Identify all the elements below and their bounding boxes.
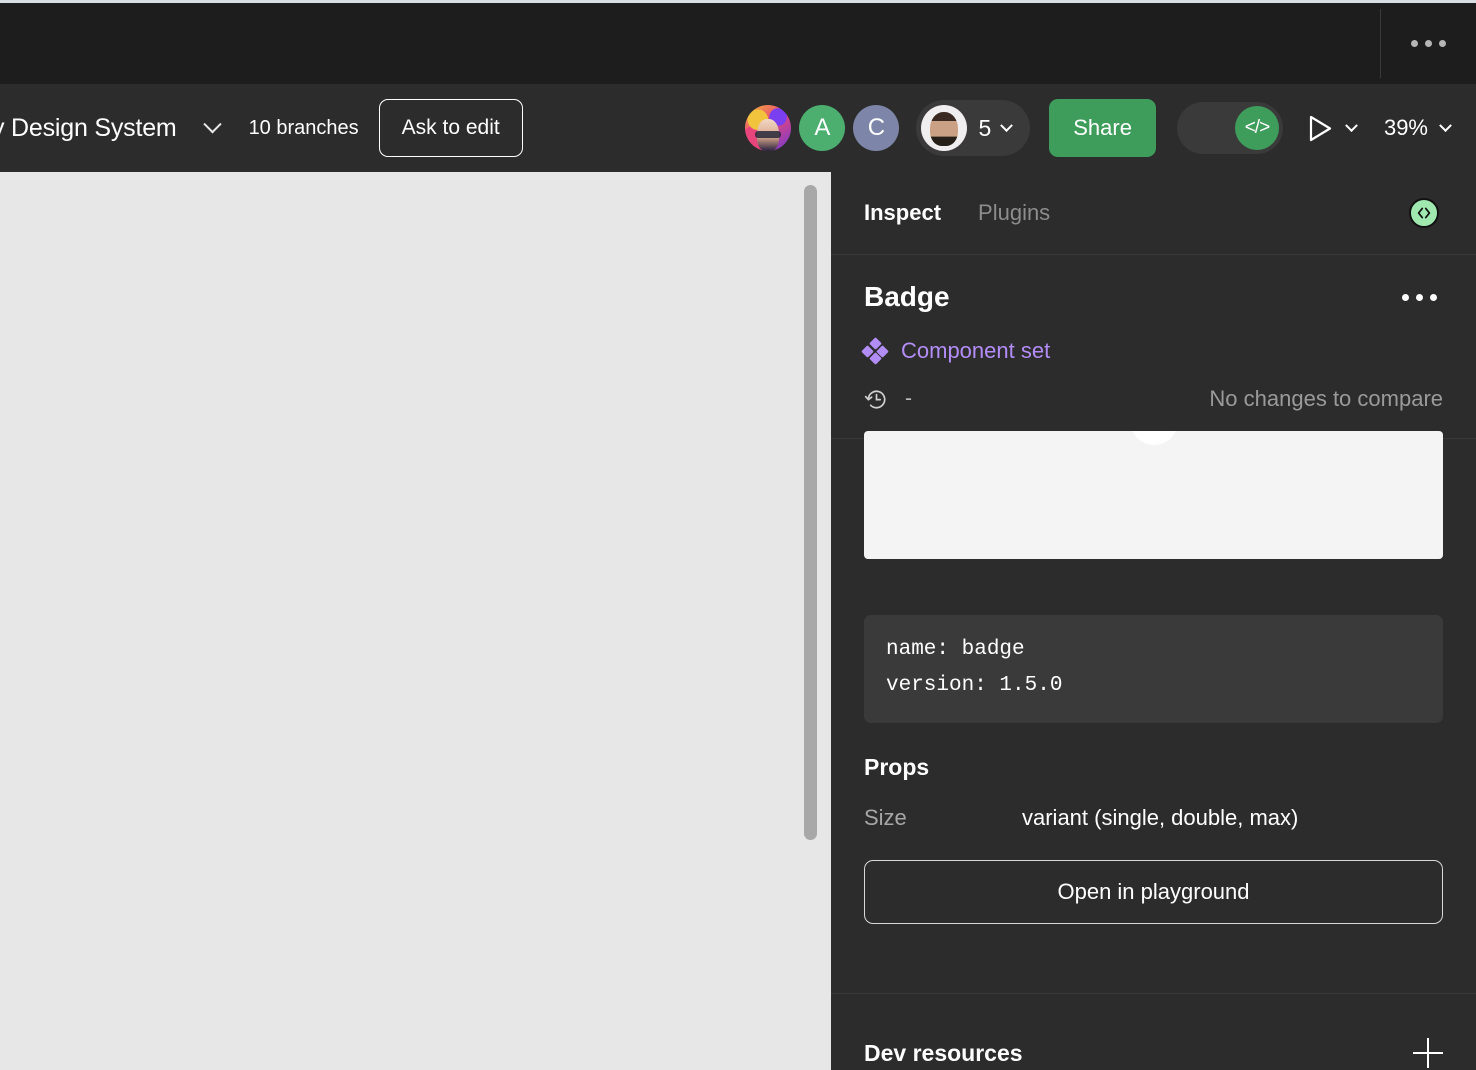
code-icon: </>	[1234, 106, 1279, 150]
component-set-icon	[861, 337, 889, 365]
history-value: -	[905, 387, 912, 410]
dev-resources-title: Dev resources	[864, 1039, 1023, 1066]
open-in-playground-button[interactable]: Open in playground	[864, 860, 1443, 925]
add-dev-resource-plus-icon[interactable]	[1413, 1038, 1443, 1069]
codegen-plugin-icon[interactable]	[1409, 198, 1439, 228]
tab-plugins[interactable]: Plugins	[978, 200, 1050, 226]
present-control[interactable]	[1307, 115, 1358, 142]
selection-history-row: - No changes to compare	[864, 386, 1443, 412]
panel-section-divider	[831, 959, 1476, 995]
selection-title: Badge	[864, 281, 950, 312]
selection-more-menu-button[interactable]	[1396, 288, 1443, 307]
prop-value: variant (single, double, max)	[1022, 805, 1299, 831]
ask-to-edit-button[interactable]: Ask to edit	[378, 99, 523, 157]
component-preview-card[interactable]	[864, 431, 1443, 559]
props-title: Props	[864, 754, 930, 781]
component-preview-area	[831, 431, 1476, 599]
chevron-down-icon	[1000, 118, 1014, 132]
panel-tab-bar: Inspect Plugins	[831, 172, 1476, 255]
selection-title-row: Badge	[864, 281, 1443, 313]
figma-window: y Design System 10 branches Ask to edit …	[0, 0, 1476, 1070]
code-snippet[interactable]: name: badge version: 1.5.0	[864, 615, 1443, 724]
selection-header: Badge Component set - No changes to comp…	[831, 255, 1476, 439]
selection-type-row[interactable]: Component set	[861, 337, 1443, 365]
zoom-control[interactable]: 39%	[1383, 115, 1452, 141]
avatar[interactable]: C	[853, 105, 900, 151]
inspect-panel: Inspect Plugins Badge Component set - No…	[831, 172, 1476, 1070]
tabs-overflow-menu-button[interactable]	[1381, 3, 1476, 84]
chevron-down-glyph	[203, 114, 222, 133]
selection-type-label: Component set	[901, 338, 1051, 363]
prop-key: Size	[864, 805, 907, 831]
avatar[interactable]: A	[799, 105, 846, 151]
share-button[interactable]: Share	[1049, 99, 1156, 157]
ellipsis-icon	[1411, 40, 1446, 47]
chevron-down-icon	[1439, 118, 1452, 132]
branches-label[interactable]: 10 branches	[249, 117, 359, 140]
badge-preview-thumbnail	[1129, 431, 1178, 445]
browser-tab-strip	[0, 0, 1476, 84]
prop-row: Size variant (single, double, max)	[864, 805, 1443, 831]
avatar[interactable]	[745, 105, 792, 151]
active-users-count: 5	[978, 114, 992, 141]
figma-toolbar: y Design System 10 branches Ask to edit …	[0, 84, 1476, 172]
dev-resources-section: Dev resources	[831, 994, 1476, 1069]
compare-status: No changes to compare	[1209, 386, 1443, 411]
avatar	[921, 105, 968, 151]
props-section: Props Size variant (single, double, max)	[831, 723, 1476, 831]
play-icon	[1307, 115, 1333, 142]
chevron-down-icon	[1345, 118, 1358, 132]
canvas-vertical-scrollbar[interactable]	[804, 185, 817, 840]
dev-mode-toggle[interactable]: </>	[1176, 102, 1283, 154]
file-menu-chevron-down-icon[interactable]	[199, 114, 227, 142]
file-name[interactable]: y Design System	[0, 114, 177, 143]
tab-strip-empty-area	[0, 3, 1380, 84]
zoom-level: 39%	[1383, 115, 1428, 140]
ellipsis-icon	[1402, 293, 1437, 301]
tab-inspect[interactable]: Inspect	[864, 200, 941, 226]
collaborator-avatars: A C	[745, 105, 900, 151]
design-canvas[interactable]	[0, 172, 831, 1070]
history-clock-icon[interactable]	[864, 387, 889, 412]
active-users-dropdown[interactable]: 5	[916, 100, 1031, 156]
